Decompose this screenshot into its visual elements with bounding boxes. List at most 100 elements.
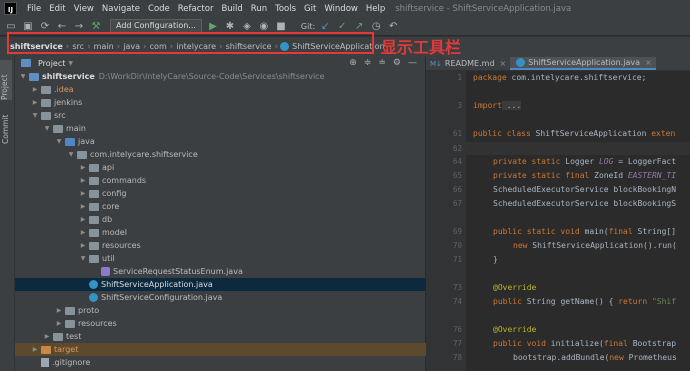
menu-run[interactable]: Run	[247, 4, 271, 14]
tree-item-java[interactable]: ▼ java	[15, 135, 465, 148]
stop-icon[interactable]: ■	[274, 19, 288, 33]
tree-item-main-resources[interactable]: ▶ resources	[15, 317, 465, 330]
tree-item-test[interactable]: ▶ test	[15, 330, 453, 343]
tree-item-jenkins[interactable]: ▶ jenkins	[15, 96, 441, 109]
menu-code[interactable]: Code	[144, 4, 174, 14]
tree-item-target[interactable]: ▶ target	[15, 343, 441, 356]
tab-readme[interactable]: M↓ README.md ×	[426, 57, 510, 70]
menu-git[interactable]: Git	[300, 4, 320, 14]
package-icon	[89, 215, 99, 224]
profile-icon[interactable]: ◉	[257, 19, 271, 33]
debug-icon[interactable]: ✱	[223, 19, 237, 33]
annotation-label: 显示工具栏	[381, 38, 462, 57]
line-number-gutter: 1 3 61 62 64 65 66 67 69 70 71 73 74 76 …	[426, 71, 466, 371]
chevron-right-icon[interactable]: ▶	[79, 190, 87, 197]
tree-item-idea[interactable]: ▶ .idea	[15, 83, 441, 96]
chevron-down-icon[interactable]: ▼	[79, 255, 87, 262]
tree-item-configuration-file[interactable]: ShiftServiceConfiguration.java	[15, 291, 497, 304]
menu-window[interactable]: Window	[320, 4, 362, 14]
chevron-down-icon[interactable]: ▼	[55, 138, 63, 145]
code-line: ScheduledExecutorService blockBookingN	[493, 185, 677, 194]
tree-item-package[interactable]: ▼ com.intelycare.shiftservice	[15, 148, 477, 161]
menu-view[interactable]: View	[70, 4, 98, 14]
tree-item-label: jenkins	[54, 98, 83, 107]
tree-item-main[interactable]: ▼ main	[15, 122, 453, 135]
code-line: @Override	[493, 325, 537, 334]
open-folder-icon[interactable]: ▭	[4, 19, 18, 33]
chevron-right-icon[interactable]: ▶	[79, 203, 87, 210]
menu-file[interactable]: File	[23, 4, 45, 14]
collapse-all-icon[interactable]: ≐	[378, 58, 386, 68]
tree-item-proto[interactable]: ▶ proto	[15, 304, 465, 317]
chevron-right-icon[interactable]: ▶	[79, 242, 87, 249]
tree-item-resources[interactable]: ▶ resources	[15, 239, 489, 252]
tree-item-commands[interactable]: ▶ commands	[15, 174, 489, 187]
chevron-down-icon[interactable]: ▼	[43, 125, 51, 132]
sync-icon[interactable]: ⟳	[38, 19, 52, 33]
menu-build[interactable]: Build	[217, 4, 246, 14]
chevron-right-icon[interactable]: ▶	[79, 229, 87, 236]
tree-item-core[interactable]: ▶ core	[15, 200, 489, 213]
project-panel-title[interactable]: Project	[38, 59, 65, 68]
menu-refactor[interactable]: Refactor	[174, 4, 218, 14]
rollback-icon[interactable]: ↶	[386, 19, 400, 33]
close-icon[interactable]: ×	[645, 58, 652, 67]
locate-icon[interactable]: ⊕	[349, 58, 357, 68]
menu-tools[interactable]: Tools	[271, 4, 300, 14]
chevron-down-icon[interactable]: ▼	[67, 151, 75, 158]
tree-item-api[interactable]: ▶ api	[15, 161, 489, 174]
chevron-right-icon[interactable]: ▶	[79, 164, 87, 171]
menu-help[interactable]: Help	[362, 4, 389, 14]
chevron-down-icon[interactable]: ▼	[19, 73, 27, 80]
tree-item-util[interactable]: ▼ util	[15, 252, 489, 265]
tree-item-config[interactable]: ▶ config	[15, 187, 489, 200]
code-line: new ShiftServiceApplication().run(	[513, 241, 677, 250]
git-commit-icon[interactable]: ✓	[335, 19, 349, 33]
chevron-right-icon[interactable]: ▶	[55, 320, 63, 327]
chevron-down-icon[interactable]: ▼	[31, 112, 39, 119]
chevron-right-icon[interactable]: ▶	[79, 177, 87, 184]
chevron-right-icon[interactable]: ▶	[31, 99, 39, 106]
git-push-icon[interactable]: ↗	[352, 19, 366, 33]
tree-item-application-file[interactable]: ShiftServiceApplication.java	[15, 278, 497, 291]
save-all-icon[interactable]: ▣	[21, 19, 35, 33]
expand-all-icon[interactable]: ≑	[364, 58, 372, 68]
tree-item-gitignore[interactable]: .gitignore	[15, 356, 449, 369]
line-number: 71	[452, 255, 462, 264]
close-icon[interactable]: ×	[500, 59, 507, 68]
coverage-icon[interactable]: ◈	[240, 19, 254, 33]
history-icon[interactable]: ◷	[369, 19, 383, 33]
tree-item-db[interactable]: ▶ db	[15, 213, 489, 226]
chevron-right-icon[interactable]: ▶	[79, 216, 87, 223]
back-arrow-icon[interactable]: ←	[55, 19, 69, 33]
line-number: 67	[452, 199, 462, 208]
git-update-icon[interactable]: ↙	[318, 19, 332, 33]
chevron-down-icon[interactable]: ▼	[68, 60, 73, 67]
chevron-right-icon[interactable]: ▶	[43, 333, 51, 340]
tree-item-model[interactable]: ▶ model	[15, 226, 489, 239]
gear-icon[interactable]: ⚙	[393, 58, 401, 68]
chevron-right-icon[interactable]: ▶	[31, 346, 39, 353]
menu-bar: IJ File Edit View Navigate Code Refactor…	[0, 0, 690, 17]
run-icon[interactable]: ▶	[206, 19, 220, 33]
tree-item-label: java	[78, 137, 95, 146]
line-number: 69	[452, 227, 462, 236]
minimize-icon[interactable]: —	[408, 58, 417, 68]
code-editor[interactable]: 1 3 61 62 64 65 66 67 69 70 71 73 74 76 …	[426, 71, 690, 371]
tool-window-strip: Project Commit	[0, 56, 15, 371]
chevron-right-icon[interactable]: ▶	[31, 86, 39, 93]
code-line: package com.intelycare.shiftservice;	[473, 73, 647, 82]
run-configuration-dropdown[interactable]: Add Configuration...	[110, 19, 202, 33]
chevron-right-icon[interactable]: ▶	[55, 307, 63, 314]
forward-arrow-icon[interactable]: →	[72, 19, 86, 33]
menu-edit[interactable]: Edit	[45, 4, 69, 14]
tree-item-src[interactable]: ▼ src	[15, 109, 441, 122]
build-hammer-icon[interactable]: ⚒	[89, 19, 103, 33]
project-panel-header: Project ▼ ⊕ ≑ ≐ ⚙ —	[15, 56, 425, 71]
tree-item-shiftservice[interactable]: ▼ shiftservice D:\WorkDir\IntelyCare\Sou…	[15, 70, 429, 83]
code-line: public void initialize(final Bootstrap	[493, 339, 677, 348]
menu-navigate[interactable]: Navigate	[98, 4, 144, 14]
project-tool-tab[interactable]: Project	[0, 60, 12, 100]
commit-tool-tab[interactable]: Commit	[1, 104, 10, 144]
tab-shiftserviceapplication[interactable]: ShiftServiceApplication.java ×	[510, 57, 656, 70]
